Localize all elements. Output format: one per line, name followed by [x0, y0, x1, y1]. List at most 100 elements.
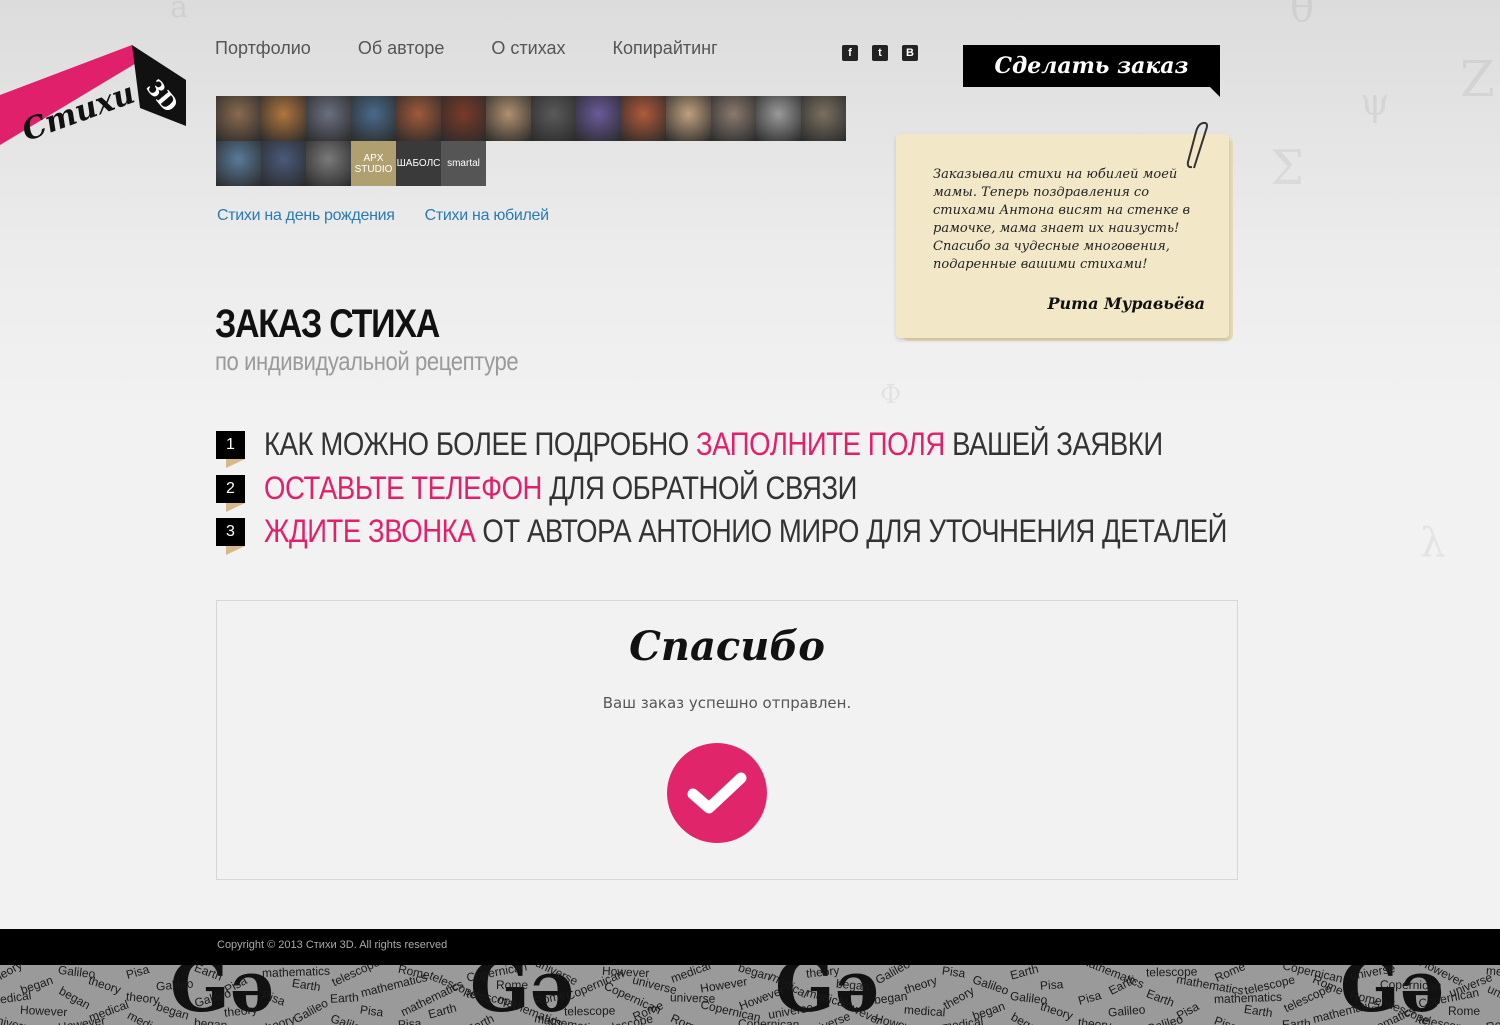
nav-portfolio[interactable]: Портфолио [215, 38, 311, 59]
testimonial-text: Заказывали стихи на юбилей моей мамы. Те… [933, 167, 1191, 272]
footer-pattern-word: theory [940, 983, 977, 1013]
portfolio-photo[interactable] [216, 96, 261, 141]
nav-about-poems[interactable]: О стихах [491, 38, 565, 59]
decor-letter: ψ [1360, 80, 1390, 124]
footer-pattern-word: Rome [496, 978, 529, 992]
decor-letter: a [170, 0, 188, 25]
site-logo[interactable]: Стихи 3D [0, 40, 190, 150]
link-birthday-poems[interactable]: Стихи на день рождения [217, 207, 395, 225]
footer-pattern-word: Pisa [1076, 988, 1103, 1008]
social-links: f t B [842, 45, 918, 61]
footer-pattern-word: began [873, 989, 909, 1007]
portfolio-photo[interactable] [261, 141, 306, 186]
logo-graphic: Стихи 3D [0, 45, 186, 149]
portfolio-photo[interactable] [756, 96, 801, 141]
footer-pattern-word: However [19, 1002, 68, 1020]
footer-pattern-word: theory [902, 973, 939, 997]
footer-pattern-word: Galileo [970, 972, 1011, 998]
facebook-icon[interactable]: f [842, 45, 858, 61]
page-subtitle: по индивидуальной рецептуре [215, 346, 519, 376]
footer-pattern-word: theory [125, 989, 160, 1007]
step-text: КАК МОЖНО БОЛЕЕ ПОДРОБНО ЗАПОЛНИТЕ ПОЛЯ … [264, 426, 1163, 462]
portfolio-photo[interactable] [306, 141, 351, 186]
portfolio-photo-grid: APX STUDIO ШАБОЛС smartal [216, 96, 846, 186]
portfolio-photo[interactable]: smartal [441, 141, 486, 186]
portfolio-photo[interactable]: APX STUDIO [351, 141, 396, 186]
footer-pattern-word: Earth [1008, 965, 1041, 983]
footer-pattern-word: Earth [1281, 1016, 1312, 1025]
portfolio-photo[interactable] [621, 96, 666, 141]
portfolio-photo[interactable] [486, 96, 531, 141]
footer-pattern-word: Pisa [124, 965, 151, 982]
nav-about-author[interactable]: Об авторе [358, 38, 445, 59]
decor-letter: θ [1290, 0, 1315, 31]
footer-pattern-word: Copernican [1379, 977, 1442, 993]
footer-pattern-word: Pisa [1212, 1013, 1240, 1025]
nav-copywriting[interactable]: Копирайтинг [613, 38, 718, 59]
portfolio-photo[interactable] [801, 96, 846, 141]
step-number: 1 [216, 430, 245, 468]
portfolio-photo[interactable] [306, 96, 351, 141]
footer-pattern-word: medical [941, 1014, 985, 1025]
order-button[interactable]: Сделать заказ [963, 45, 1220, 97]
decor-letter: Φ [880, 380, 902, 410]
portfolio-photo[interactable] [216, 141, 261, 186]
footer-pattern-word: Pisa [1039, 977, 1064, 993]
footer-bar: Copyright © 2013 Стихи 3D. All rights re… [0, 929, 1500, 965]
footer-pattern-word: theory [86, 973, 123, 997]
success-check-icon [667, 743, 767, 843]
testimonial-author: Рита Муравьёва [1047, 294, 1205, 313]
footer-pattern-word: Rome [668, 1011, 704, 1025]
step-item: 3 ЖДИТЕ ЗВОНКА ОТ АВТОРА АНТОНИО МИРО ДЛ… [216, 513, 1384, 555]
step-number: 2 [216, 474, 245, 512]
footer-pattern-word: Pisa [397, 1016, 422, 1025]
footer-pattern-word: theory [1038, 999, 1075, 1023]
vk-icon[interactable]: B [902, 45, 918, 61]
thank-you-panel: Спасибо Ваш заказ успешно отправлен. [216, 600, 1238, 880]
footer-pattern-word: began [835, 976, 870, 994]
footer-pattern-word: Copernican [737, 1016, 800, 1025]
portfolio-photo[interactable] [441, 96, 486, 141]
copyright-text: Copyright © 2013 Стихи 3D. All rights re… [217, 939, 448, 951]
decor-letter: Σ [1270, 140, 1304, 196]
step-text: ЖДИТЕ ЗВОНКА ОТ АВТОРА АНТОНИО МИРО ДЛЯ … [264, 513, 1228, 549]
category-links: Стихи на день рождения Стихи на юбилей [217, 207, 549, 225]
footer-pattern-word: Galileo [1144, 1011, 1185, 1025]
step-text: ОСТАВЬТЕ ТЕЛЕФОН ДЛЯ ОБРАТНОЙ СВЯЗИ [264, 470, 857, 506]
footer-pattern-word: universe [1485, 981, 1500, 1015]
footer-pattern-word: Rome [1484, 1013, 1500, 1025]
footer-pattern-word: Pisa [359, 1002, 385, 1020]
footer-pattern-word: Earth [1243, 1001, 1274, 1021]
testimonial-note: Заказывали стихи на юбилей моей мамы. Те… [896, 134, 1229, 338]
footer-pattern-word: Earth [1144, 986, 1177, 1010]
step-item: 2 ОСТАВЬТЕ ТЕЛЕФОН ДЛЯ ОБРАТНОЙ СВЯЗИ [216, 470, 954, 512]
order-sent-message: Ваш заказ успешно отправлен. [602, 694, 852, 712]
twitter-icon[interactable]: t [872, 45, 888, 61]
portfolio-photo[interactable] [711, 96, 756, 141]
portfolio-photo[interactable] [576, 96, 621, 141]
step-number: 3 [216, 517, 245, 555]
portfolio-photo[interactable] [396, 96, 441, 141]
footer-pattern-word: telescope [563, 1003, 616, 1019]
footer-word-pattern: Gə Gə Gə Gə theory Galileo Pisa Earth mathem… [0, 965, 1500, 1025]
portfolio-photo[interactable] [351, 96, 396, 141]
link-jubilee-poems[interactable]: Стихи на юбилей [425, 207, 549, 225]
footer-pattern-word: Galileo [1107, 1002, 1146, 1020]
portfolio-photo[interactable] [666, 96, 711, 141]
portfolio-photo[interactable]: ШАБОЛС [396, 141, 441, 186]
footer-pattern-word: Rome [1448, 1004, 1481, 1018]
portfolio-photo[interactable] [531, 96, 576, 141]
footer-pattern-word: Pisa [941, 965, 967, 981]
page-title: ЗАКАЗ СТИХА [215, 302, 440, 346]
portfolio-photo[interactable] [261, 96, 306, 141]
main-nav: Портфолио Об авторе О стихах Копирайтинг [215, 38, 718, 59]
paperclip-icon [1186, 121, 1208, 169]
footer-pattern-word: Earth [329, 990, 360, 1006]
footer-pattern-word: Galileo [290, 995, 331, 1025]
footer-pattern-word: Earth [291, 975, 322, 995]
step-item: 1 КАК МОЖНО БОЛЕЕ ПОДРОБНО ЗАПОЛНИТЕ ПОЛ… [216, 426, 1309, 468]
footer-pattern-word: theory [1077, 1015, 1112, 1025]
thank-you-title: Спасибо [629, 623, 825, 670]
footer-pattern-word: medical [903, 1002, 946, 1020]
decor-letter: Z [1460, 50, 1495, 108]
